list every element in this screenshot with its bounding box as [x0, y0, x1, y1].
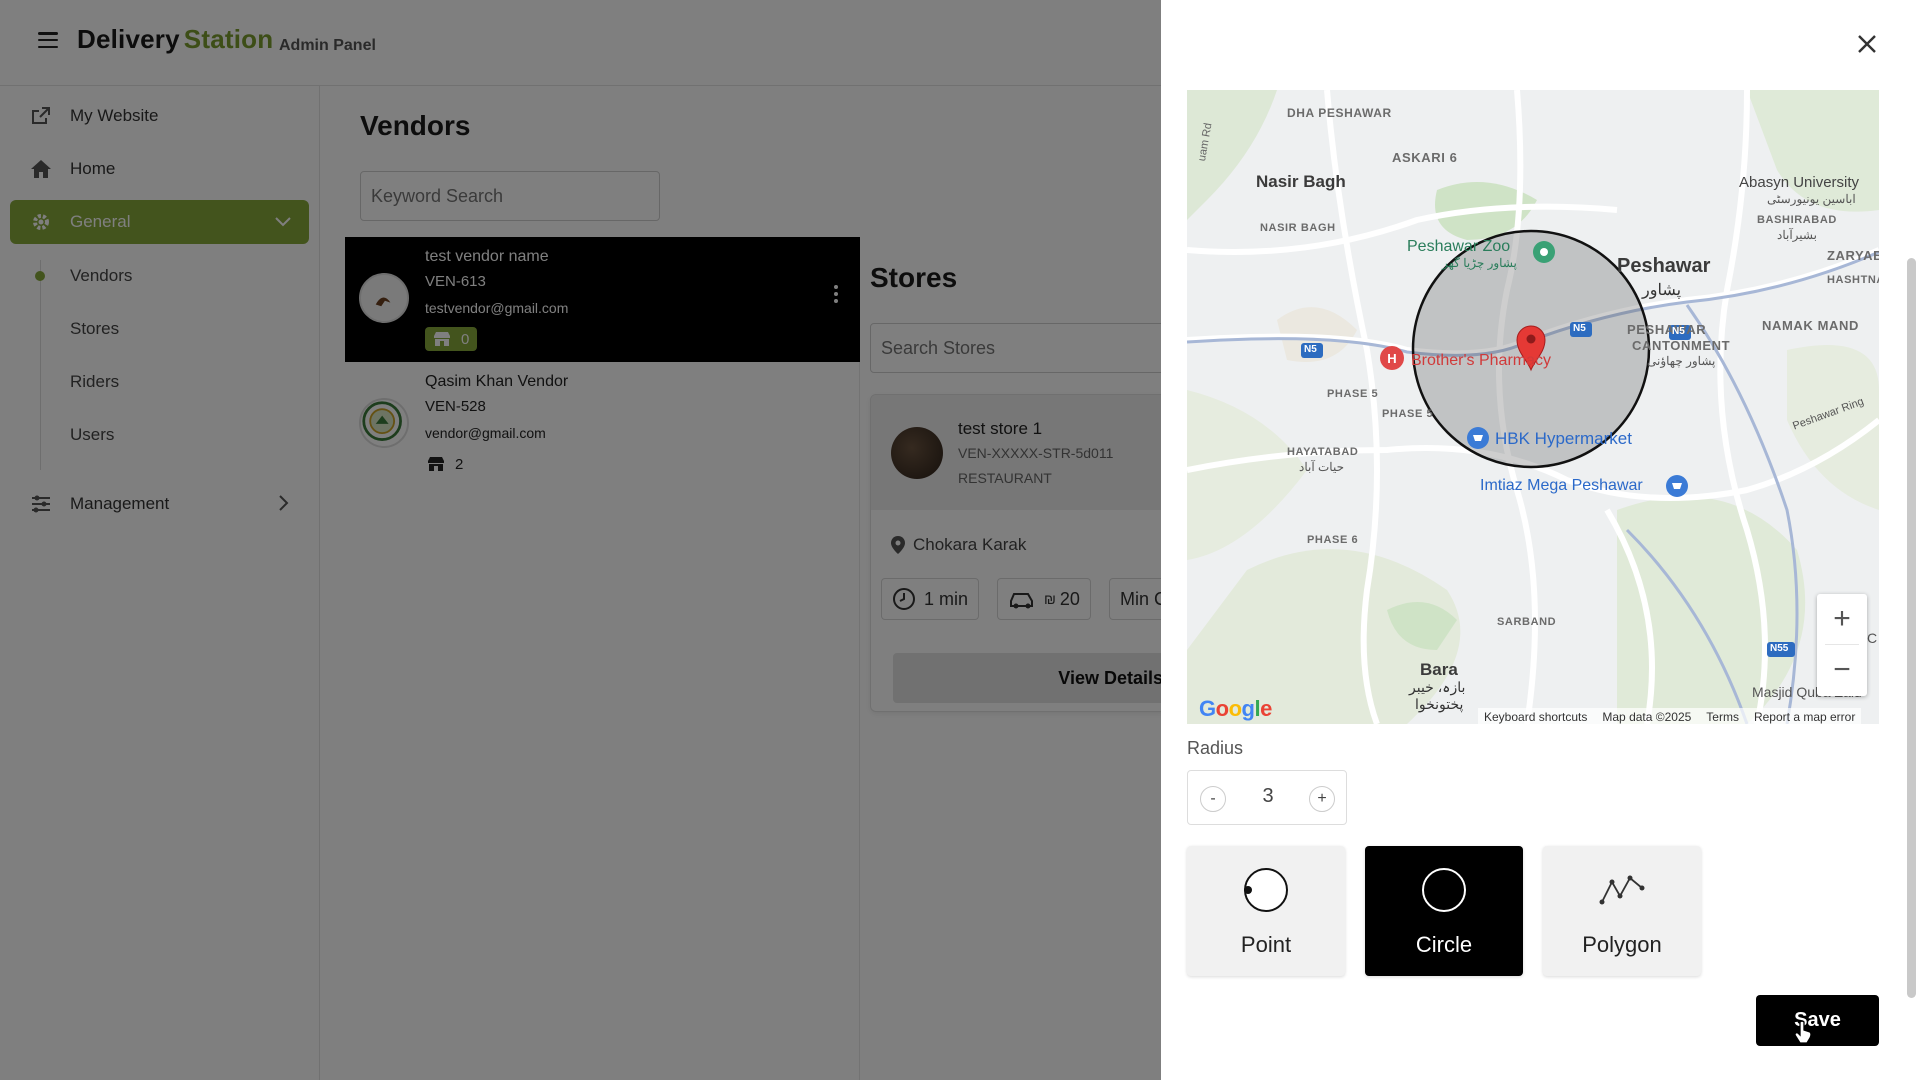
radius-label: Radius [1187, 738, 1244, 758]
map-label-hayatabad: HAYATABAD [1287, 446, 1359, 458]
hand-cursor-icon [1794, 1020, 1812, 1044]
map-view[interactable]: H uam Rd DHA PESHAWAR ASKARI 6 Nasir Bag… [1187, 90, 1879, 724]
google-logo: Google [1199, 696, 1272, 721]
map-label-zaryab: ZARYAB [1827, 248, 1879, 263]
map-label-abasyn: Abasyn University [1739, 174, 1860, 191]
zoom-controls: + − [1817, 594, 1867, 696]
close-icon[interactable] [1855, 32, 1879, 56]
map-label-nasir-bagh-small: NASIR BAGH [1260, 222, 1336, 234]
circle-icon [1422, 868, 1466, 912]
road-shield-n5: N5 [1672, 326, 1685, 337]
report-error-link[interactable]: Report a map error [1754, 710, 1855, 724]
keyboard-shortcuts-link[interactable]: Keyboard shortcuts [1484, 710, 1587, 724]
map-label-hashtnagri: HASHTNA [1827, 274, 1879, 286]
map-label-askari: ASKARI 6 [1392, 150, 1458, 165]
drawer-scrollbar[interactable] [1907, 258, 1916, 998]
map-label-bashirabad: BASHIRABAD [1757, 214, 1837, 226]
map-label-bara-urdu: بازہ، خیبر [1409, 679, 1466, 695]
map-data-text: Map data ©2025 [1602, 709, 1692, 724]
map-label-bashirabad-urdu: بشیرآباد [1777, 228, 1817, 242]
modal-backdrop[interactable] [0, 0, 1161, 1080]
shape-polygon-button[interactable]: Polygon [1543, 846, 1701, 976]
map-label-abasyn-urdu: اباسین یونیورسٹی [1767, 192, 1856, 206]
terms-link[interactable]: Terms [1706, 710, 1739, 724]
map-label-hayatabad-urdu: حیات آباد [1299, 460, 1344, 474]
shape-point-button[interactable]: Point [1187, 846, 1345, 976]
shape-label: Polygon [1582, 932, 1662, 957]
shape-circle-button[interactable]: Circle [1365, 846, 1523, 976]
map-label-phase6: PHASE 6 [1307, 534, 1359, 546]
map-label-bara-urdu-2: پختونخوا [1415, 696, 1464, 712]
radius-decrement-button[interactable]: - [1200, 786, 1226, 812]
svg-text:H: H [1387, 351, 1396, 366]
map-label-zoo: Peshawar Zoo [1407, 238, 1511, 255]
map-label-zoo-urdu: پشاور چڑیا گھر [1442, 256, 1517, 270]
map-label-peshawar: Peshawar [1617, 255, 1711, 277]
map-label-nasir-bagh: Nasir Bagh [1256, 172, 1346, 191]
zoom-in-button[interactable]: + [1817, 594, 1867, 644]
map-label-peshawar-urdu: پشاور [1642, 282, 1682, 299]
road-shield-n55: N55 [1770, 643, 1789, 654]
save-button[interactable]: Save [1756, 995, 1879, 1046]
road-shield-n5: N5 [1573, 323, 1586, 334]
map-label-namak-mand: NAMAK MAND [1762, 318, 1859, 333]
map-label-cantonment-urdu: پشاور چھاؤنی [1647, 354, 1716, 368]
map-label-phase5: PHASE 5 [1327, 388, 1379, 400]
polygon-icon [1599, 875, 1645, 905]
radius-stepper: 3 - + [1187, 770, 1347, 825]
point-icon [1244, 868, 1288, 912]
shape-label: Circle [1415, 932, 1473, 957]
map-label-edge: C [1867, 630, 1878, 646]
map-label-sarband: SARBAND [1497, 616, 1557, 628]
map-label-cantonment-2: CANTONMENT [1632, 338, 1731, 353]
zoom-out-button[interactable]: − [1817, 645, 1867, 695]
map-label-imtiaz: Imtiaz Mega Peshawar [1480, 477, 1643, 494]
map-label-phase5-b: PHASE 5 [1382, 408, 1434, 420]
radius-increment-button[interactable]: + [1309, 786, 1335, 812]
map-label-dha: DHA PESHAWAR [1287, 106, 1392, 120]
shape-label: Point [1240, 932, 1292, 957]
road-shield-n5: N5 [1304, 344, 1317, 355]
map-label-hbk: HBK Hypermarket [1495, 429, 1632, 448]
map-label-pharmacy: Brother's Pharmacy [1411, 352, 1551, 369]
map-label-bara: Bara [1420, 660, 1458, 679]
map-label-cantonment: PESHAWAR [1627, 322, 1707, 337]
map-footer: Keyboard shortcuts Map data ©2025 Terms … [1478, 708, 1862, 725]
